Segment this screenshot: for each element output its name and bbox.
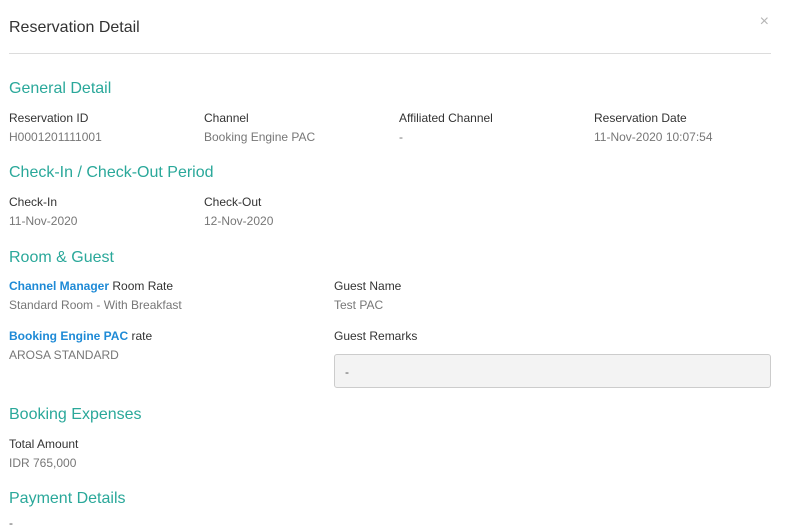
cm-room-rate-value: Standard Room - With Breakfast (9, 298, 182, 312)
general-detail-heading: General Detail (9, 80, 112, 97)
affiliated-channel-value: - (399, 130, 403, 144)
reservation-date-value: 11-Nov-2020 10:07:54 (594, 130, 713, 144)
booking-expenses-heading: Booking Expenses (9, 406, 142, 423)
channel-manager-link: Channel Manager (9, 279, 110, 293)
be-rate-suffix: rate (128, 329, 153, 343)
total-amount-value: IDR 765,000 (9, 456, 77, 470)
modal-header: Reservation Detail × (9, 0, 771, 54)
close-icon[interactable]: × (760, 13, 769, 31)
reservation-id-label: Reservation ID (9, 111, 89, 125)
reservation-id-value: H0001201111001 (9, 130, 102, 144)
total-amount-label: Total Amount (9, 437, 79, 451)
reservation-date-label: Reservation Date (594, 111, 687, 125)
booking-engine-link: Booking Engine PAC (9, 329, 129, 343)
check-in-label: Check-In (9, 195, 58, 209)
room-guest-heading: Room & Guest (9, 249, 114, 266)
be-rate-label: Booking Engine PAC rate (9, 329, 152, 343)
channel-value: Booking Engine PAC (204, 130, 316, 144)
guest-name-value: Test PAC (334, 298, 384, 312)
guest-remarks-label: Guest Remarks (334, 329, 418, 343)
guest-name-label: Guest Name (334, 279, 402, 293)
reservation-detail-modal: Reservation Detail × General Detail Rese… (0, 0, 785, 532)
guest-remarks-box: - (334, 354, 771, 388)
affiliated-channel-label: Affiliated Channel (399, 111, 493, 125)
payment-details-heading: Payment Details (9, 490, 126, 507)
payment-details-value: - (9, 516, 13, 530)
modal-title: Reservation Detail (9, 19, 140, 36)
check-out-label: Check-Out (204, 195, 262, 209)
channel-label: Channel (204, 111, 249, 125)
cm-room-rate-label: Channel Manager Room Rate (9, 279, 173, 293)
check-in-value: 11-Nov-2020 (9, 214, 78, 228)
be-rate-value: AROSA STANDARD (9, 348, 119, 362)
check-out-value: 12-Nov-2020 (204, 214, 274, 228)
cm-room-rate-suffix: Room Rate (109, 279, 174, 293)
period-heading: Check-In / Check-Out Period (9, 164, 214, 181)
